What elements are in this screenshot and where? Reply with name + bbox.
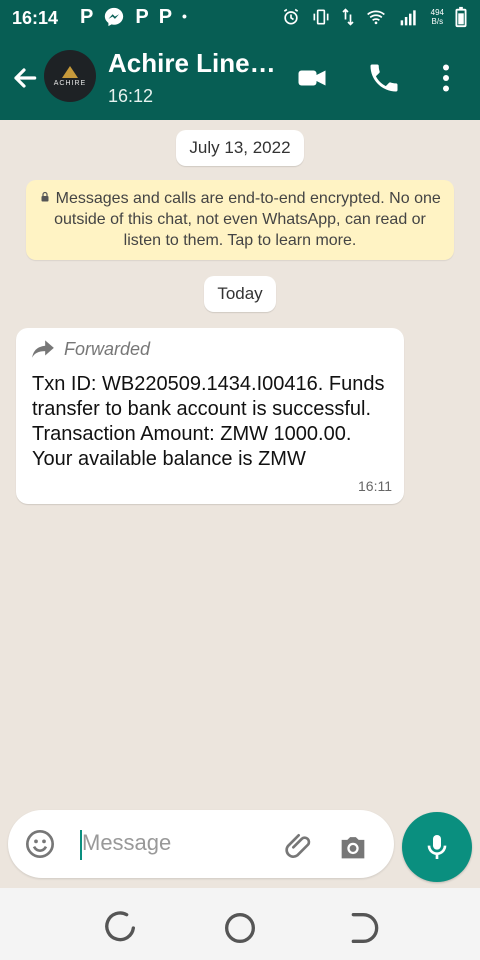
mic-icon (427, 835, 447, 859)
wifi-icon (366, 10, 385, 25)
net-speed-unit: B/s (431, 17, 444, 26)
attach-icon[interactable] (284, 830, 316, 862)
system-navigation-bar (0, 888, 480, 960)
back-icon[interactable] (340, 908, 380, 948)
today-label: Today (204, 276, 276, 312)
mic-button[interactable] (402, 812, 472, 882)
logo-mark (62, 65, 78, 78)
avatar-logo-text: ACHIRE (53, 79, 87, 87)
avatar[interactable]: ACHIRE (44, 50, 96, 102)
date-label: July 13, 2022 (176, 130, 304, 166)
p-app-icon: P (158, 6, 173, 28)
back-arrow-icon[interactable] (8, 62, 40, 94)
message-text: Txn ID: WB220509.1434.I00416. Funds tran… (32, 373, 385, 470)
lock-icon (41, 191, 49, 202)
video-call-icon[interactable] (294, 60, 330, 96)
p-app-icon: P (135, 6, 149, 28)
net-speed: 494 B/s (431, 8, 444, 26)
notification-dot-icon: • (182, 8, 187, 24)
status-right-icons: 494 B/s (281, 6, 468, 28)
status-time: 16:14 (12, 8, 59, 28)
chat-area: July 13, 2022 Messages and calls are end… (0, 120, 480, 810)
vibrate-icon (313, 9, 329, 25)
home-icon[interactable] (220, 908, 260, 948)
message-time: 16:11 (358, 478, 392, 494)
message-bubble[interactable]: Forwarded Txn ID: WB220509.1434.I00416. … (16, 328, 404, 504)
message-input[interactable]: Message (82, 830, 171, 856)
battery-icon (455, 6, 467, 28)
encryption-text: Messages and calls are end-to-end encryp… (54, 190, 441, 249)
net-speed-value: 494 (430, 8, 444, 17)
message-composer[interactable]: Message (8, 810, 394, 878)
contact-name[interactable]: Achire Line… (108, 48, 276, 79)
forward-arrow-icon (32, 340, 54, 358)
status-left-icons: P P P • (80, 6, 187, 34)
encryption-notice[interactable]: Messages and calls are end-to-end encryp… (26, 180, 454, 260)
messenger-icon (103, 6, 125, 34)
chat-header: ACHIRE Achire Line… 16:12 (0, 36, 480, 120)
data-arrows-icon (342, 8, 354, 26)
alarm-icon (283, 8, 298, 25)
last-seen: 16:12 (108, 86, 154, 106)
signal-icon (400, 10, 416, 26)
recent-apps-icon[interactable] (100, 908, 140, 948)
camera-icon[interactable] (336, 830, 370, 864)
forwarded-label: Forwarded (64, 338, 151, 359)
status-bar: 16:14 P P P • 494 B/s (0, 0, 480, 36)
voice-call-icon[interactable] (366, 60, 402, 96)
forwarded-row: Forwarded (30, 338, 150, 360)
more-vert-icon[interactable] (428, 60, 464, 96)
p-app-icon: P (80, 6, 94, 28)
emoji-icon[interactable] (24, 828, 56, 860)
